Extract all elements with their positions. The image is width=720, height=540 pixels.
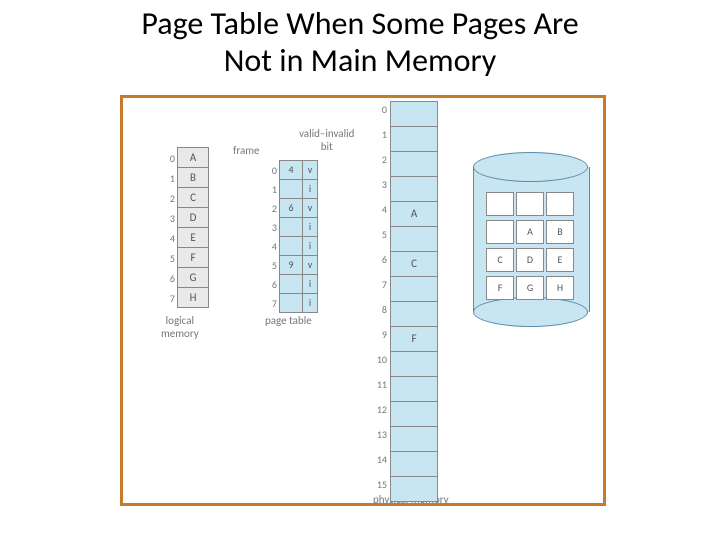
disk-bottom xyxy=(473,297,588,327)
physical-memory-row: 1 xyxy=(371,127,438,152)
physical-memory-row: 8 xyxy=(371,302,438,327)
physical-memory-row: 9F xyxy=(371,327,438,352)
logical-memory-row: 2C xyxy=(163,188,209,208)
disk-cell: C xyxy=(486,248,514,272)
title-line1: Page Table When Some Pages Are xyxy=(141,4,578,43)
disk-cell: B xyxy=(546,220,574,244)
physical-memory: 0 1 2 3 4A 5 6C 7 8 9F 10 11 12 13 14 15 xyxy=(371,102,438,502)
page-table-row: 6i xyxy=(265,275,318,294)
page-table-label: page table xyxy=(265,314,312,327)
disk-cell xyxy=(546,192,574,216)
physical-memory-row: 3 xyxy=(371,177,438,202)
physical-memory-row: 12 xyxy=(371,402,438,427)
physical-memory-row: 6C xyxy=(371,252,438,277)
logical-memory-row: 0A xyxy=(163,148,209,168)
logical-memory: 0A 1B 2C 3D 4E 5F 6G 7H xyxy=(163,148,209,308)
disk-top xyxy=(473,152,588,182)
disk-cell xyxy=(486,220,514,244)
disk-cell: E xyxy=(546,248,574,272)
title-line2: Not in Main Memory xyxy=(224,41,496,80)
disk-cell: G xyxy=(516,276,544,300)
disk-cell xyxy=(516,192,544,216)
frame-label: frame xyxy=(233,144,260,157)
valid-invalid-label: valid–invalid bit xyxy=(299,127,354,153)
physical-memory-row: 15 xyxy=(371,477,438,502)
physical-memory-row: 14 xyxy=(371,452,438,477)
logical-memory-row: 6G xyxy=(163,268,209,288)
disk-icon: A B C D E F G H xyxy=(473,152,588,327)
page-table-row: 3i xyxy=(265,218,318,237)
physical-memory-row: 5 xyxy=(371,227,438,252)
disk-grid: A B C D E F G H xyxy=(486,192,572,300)
logical-memory-row: 3D xyxy=(163,208,209,228)
page-table-row: 7i xyxy=(265,294,318,313)
logical-memory-row: 1B xyxy=(163,168,209,188)
physical-memory-row: 2 xyxy=(371,152,438,177)
slide-title: Page Table When Some Pages Are Not in Ma… xyxy=(0,0,720,82)
physical-memory-row: 13 xyxy=(371,427,438,452)
page-table-row: 04v xyxy=(265,161,318,180)
logical-memory-row: 7H xyxy=(163,288,209,308)
physical-memory-row: 7 xyxy=(371,277,438,302)
physical-memory-row: 4A xyxy=(371,202,438,227)
logical-memory-row: 4E xyxy=(163,228,209,248)
page-table: 04v 1i 26v 3i 4i 59v 6i 7i xyxy=(265,161,318,313)
disk-cell: H xyxy=(546,276,574,300)
logical-memory-row: 5F xyxy=(163,248,209,268)
page-table-row: 1i xyxy=(265,180,318,199)
logical-memory-label: logical memory xyxy=(161,314,199,340)
page-table-row: 59v xyxy=(265,256,318,275)
page-table-row: 26v xyxy=(265,199,318,218)
physical-memory-row: 0 xyxy=(371,102,438,127)
disk-cell: F xyxy=(486,276,514,300)
disk-cell xyxy=(486,192,514,216)
disk-cell: A xyxy=(516,220,544,244)
disk-cell: D xyxy=(516,248,544,272)
physical-memory-row: 11 xyxy=(371,377,438,402)
physical-memory-row: 10 xyxy=(371,352,438,377)
page-table-row: 4i xyxy=(265,237,318,256)
diagram-frame: frame valid–invalid bit logical memory p… xyxy=(120,95,606,506)
